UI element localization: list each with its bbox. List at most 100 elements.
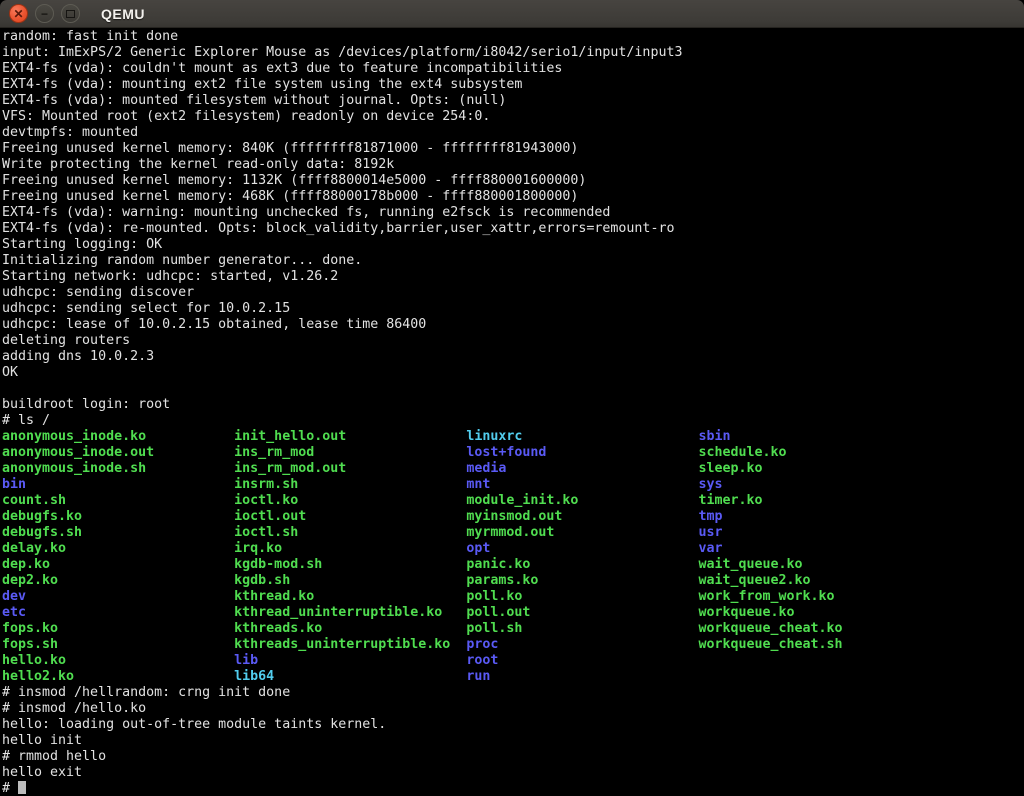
terminal-line: EXT4-fs (vda): couldn't mount as ext3 du… bbox=[2, 61, 1024, 77]
file-entry: init_hello.out bbox=[234, 429, 346, 445]
file-entry: usr bbox=[698, 525, 722, 541]
file-entry: fops.sh bbox=[2, 637, 58, 653]
file-entry: params.ko bbox=[466, 573, 538, 589]
file-entry: poll.sh bbox=[466, 621, 522, 637]
file-entry: debugfs.sh bbox=[2, 525, 82, 541]
minimize-button[interactable]: − bbox=[35, 4, 54, 23]
terminal-line: # insmod /hellrandom: crng init done bbox=[2, 685, 1024, 701]
terminal-line: hello exit bbox=[2, 765, 1024, 781]
file-entry: anonymous_inode.sh bbox=[2, 461, 146, 477]
terminal-line: anonymous_inode.shins_rm_mod.outmediasle… bbox=[2, 461, 1024, 477]
close-button[interactable]: ✕ bbox=[9, 4, 28, 23]
terminal-line: debugfs.sh ioctl.sh myrmmod.out usr bbox=[2, 525, 1024, 541]
file-entry: lib bbox=[234, 653, 258, 669]
terminal-line: anonymous_inode.koinit_hello.outlinuxrcs… bbox=[2, 429, 1024, 445]
terminal-line: EXT4-fs (vda): warning: mounting uncheck… bbox=[2, 205, 1024, 221]
file-entry: etc bbox=[2, 605, 26, 621]
file-entry: wait_queue.ko bbox=[698, 557, 802, 573]
file-entry: poll.out bbox=[466, 605, 530, 621]
file-entry: sleep.ko bbox=[698, 461, 762, 477]
terminal-screen[interactable]: random: fast init doneinput: ImExPS/2 Ge… bbox=[0, 28, 1024, 796]
file-entry: linuxrc bbox=[466, 429, 522, 445]
terminal-line: udhcpc: lease of 10.0.2.15 obtained, lea… bbox=[2, 317, 1024, 333]
terminal-line: dev kthread.ko poll.ko work_from_work.ko bbox=[2, 589, 1024, 605]
maximize-button[interactable] bbox=[61, 4, 80, 23]
terminal-line: # ls / bbox=[2, 413, 1024, 429]
file-entry: root bbox=[466, 653, 498, 669]
file-entry: fops.ko bbox=[2, 621, 58, 637]
file-entry: work_from_work.ko bbox=[698, 589, 834, 605]
file-entry: kthread.ko bbox=[234, 589, 314, 605]
file-entry: ioctl.ko bbox=[234, 493, 298, 509]
terminal-line: etckthread_uninterruptible.kopoll.outwor… bbox=[2, 605, 1024, 621]
terminal-line: deleting routers bbox=[2, 333, 1024, 349]
file-entry: dev bbox=[2, 589, 26, 605]
file-entry: anonymous_inode.ko bbox=[2, 429, 146, 445]
file-entry: workqueue_cheat.ko bbox=[698, 621, 842, 637]
close-icon: ✕ bbox=[13, 8, 23, 20]
file-entry: ins_rm_mod bbox=[234, 445, 314, 461]
qemu-window: ✕ − QEMU random: fast init doneinput: Im… bbox=[0, 0, 1024, 796]
file-entry: hello2.ko bbox=[2, 669, 74, 685]
terminal-line: adding dns 10.0.2.3 bbox=[2, 349, 1024, 365]
terminal-line: Starting logging: OK bbox=[2, 237, 1024, 253]
terminal-line: dep.ko kgdb-mod.sh panic.ko wait_queue.ko bbox=[2, 557, 1024, 573]
file-entry: count.sh bbox=[2, 493, 66, 509]
file-entry: kgdb.sh bbox=[234, 573, 290, 589]
file-entry: wait_queue2.ko bbox=[698, 573, 810, 589]
file-entry: kthread_uninterruptible.ko bbox=[234, 605, 442, 621]
terminal-line: hello.ko lib root bbox=[2, 653, 1024, 669]
file-entry: myinsmod.out bbox=[466, 509, 562, 525]
terminal-line: count.shioctl.komodule_init.kotimer.ko bbox=[2, 493, 1024, 509]
file-entry: dep.ko bbox=[2, 557, 50, 573]
terminal-line: dep2.ko kgdb.sh params.ko wait_queue2.ko bbox=[2, 573, 1024, 589]
terminal-line: input: ImExPS/2 Generic Explorer Mouse a… bbox=[2, 45, 1024, 61]
file-entry: kthreads_uninterruptible.ko bbox=[234, 637, 450, 653]
terminal-line: OK bbox=[2, 365, 1024, 381]
file-entry: workqueue_cheat.sh bbox=[698, 637, 842, 653]
file-entry: hello.ko bbox=[2, 653, 66, 669]
terminal-line: EXT4-fs (vda): re-mounted. Opts: block_v… bbox=[2, 221, 1024, 237]
terminal-line: Write protecting the kernel read-only da… bbox=[2, 157, 1024, 173]
terminal-line: Starting network: udhcpc: started, v1.26… bbox=[2, 269, 1024, 285]
terminal-line: debugfs.koioctl.outmyinsmod.outtmp bbox=[2, 509, 1024, 525]
file-entry: ioctl.out bbox=[234, 509, 306, 525]
file-entry: panic.ko bbox=[466, 557, 530, 573]
terminal-line: Freeing unused kernel memory: 1132K (fff… bbox=[2, 173, 1024, 189]
terminal-line: fops.shkthreads_uninterruptible.koprocwo… bbox=[2, 637, 1024, 653]
terminal-line: udhcpc: sending select for 10.0.2.15 bbox=[2, 301, 1024, 317]
file-entry: bin bbox=[2, 477, 26, 493]
terminal-line: fops.ko kthreads.ko poll.sh workqueue_cheat… bbox=[2, 621, 1024, 637]
terminal-line: devtmpfs: mounted bbox=[2, 125, 1024, 141]
file-entry: kgdb-mod.sh bbox=[234, 557, 322, 573]
terminal-line: hello init bbox=[2, 733, 1024, 749]
terminal-line: # rmmod hello bbox=[2, 749, 1024, 765]
title-bar[interactable]: ✕ − QEMU bbox=[0, 0, 1024, 28]
cursor bbox=[18, 781, 26, 794]
terminal-line: # insmod /hello.ko bbox=[2, 701, 1024, 717]
terminal-line: hello2.ko lib64 run bbox=[2, 669, 1024, 685]
file-entry: debugfs.ko bbox=[2, 509, 82, 525]
file-entry: mnt bbox=[466, 477, 490, 493]
terminal-line: Freeing unused kernel memory: 468K (ffff… bbox=[2, 189, 1024, 205]
file-entry: ins_rm_mod.out bbox=[234, 461, 346, 477]
file-entry: run bbox=[466, 669, 490, 685]
file-entry: anonymous_inode.out bbox=[2, 445, 154, 461]
terminal-line: delay.koirq.kooptvar bbox=[2, 541, 1024, 557]
file-entry: lib64 bbox=[234, 669, 274, 685]
file-entry: poll.ko bbox=[466, 589, 522, 605]
file-entry: insrm.sh bbox=[234, 477, 298, 493]
terminal-line: # bbox=[2, 781, 1024, 796]
file-entry: kthreads.ko bbox=[234, 621, 322, 637]
file-entry: sys bbox=[698, 477, 722, 493]
file-entry: lost+found bbox=[466, 445, 546, 461]
maximize-icon bbox=[66, 10, 75, 18]
terminal-line: bin insrm.sh mnt sys bbox=[2, 477, 1024, 493]
terminal-line: hello: loading out-of-tree module taints… bbox=[2, 717, 1024, 733]
terminal-line: anonymous_inode.outins_rm_modlost+founds… bbox=[2, 445, 1024, 461]
file-entry: dep2.ko bbox=[2, 573, 58, 589]
file-entry: myrmmod.out bbox=[466, 525, 554, 541]
terminal-line: udhcpc: sending discover bbox=[2, 285, 1024, 301]
file-entry: ioctl.sh bbox=[234, 525, 298, 541]
window-title: QEMU bbox=[101, 6, 145, 22]
